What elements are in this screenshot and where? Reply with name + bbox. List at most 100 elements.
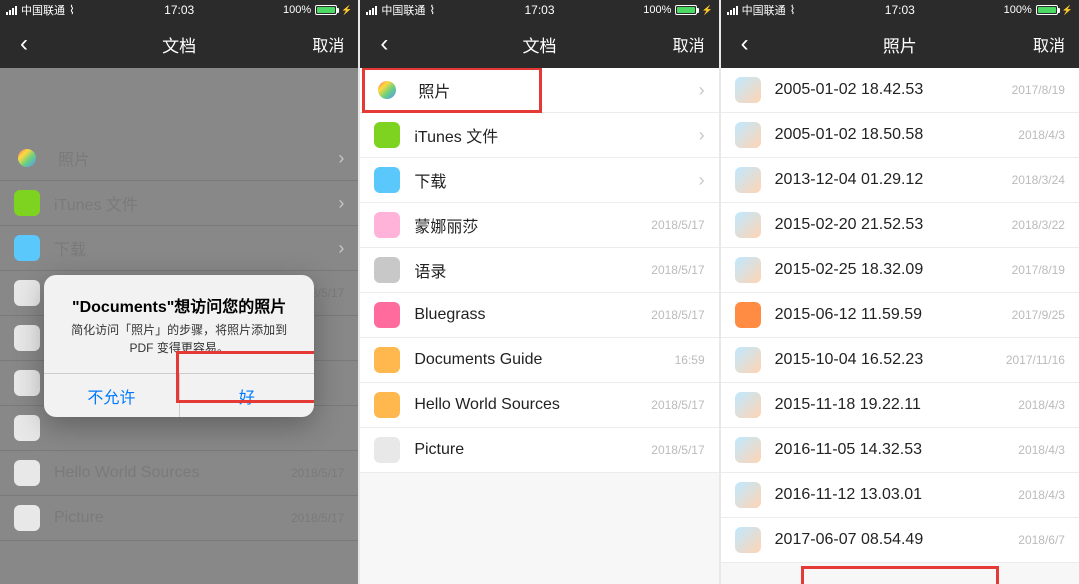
dialog-title: "Documents"想访问您的照片 [60, 293, 298, 317]
photo-thumbnail-icon [735, 77, 761, 103]
list-item[interactable]: 2015-11-18 19.22.112018/4/3 [721, 383, 1079, 428]
allow-button[interactable]: 好 [179, 374, 315, 417]
list-item[interactable]: 语录2018/5/17 [360, 248, 718, 293]
photo-thumbnail-icon [735, 437, 761, 463]
cancel-button[interactable]: 取消 [312, 32, 344, 56]
list-item-photos[interactable]: 照片› [360, 68, 718, 113]
list-item[interactable]: 2015-02-25 18.32.092017/8/19 [721, 248, 1079, 293]
list-item[interactable]: Bluegrass2018/5/17 [360, 293, 718, 338]
item-date: 16:59 [675, 353, 705, 367]
list-item[interactable]: 2016-11-12 13.03.012018/4/3 [721, 473, 1079, 518]
carrier-label: 中国联通 [742, 2, 786, 18]
item-label: 2017-06-07 08.54.49 [775, 531, 1019, 549]
item-label: 语录 [414, 258, 651, 282]
photo-thumbnail-icon [735, 257, 761, 283]
back-button[interactable]: ‹ [721, 30, 769, 58]
battery-icon [675, 5, 697, 15]
file-icon [374, 437, 400, 463]
battery-percentage: 100% [1004, 4, 1032, 16]
list-item-itunes[interactable]: iTunes 文件 › [360, 113, 718, 158]
file-icon [374, 347, 400, 373]
deny-button[interactable]: 不允许 [44, 374, 179, 417]
item-label: 下载 [414, 168, 690, 192]
item-date: 2018/5/17 [651, 263, 704, 277]
battery-percentage: 100% [283, 4, 311, 16]
photo-thumbnail-icon [735, 482, 761, 508]
status-bar: 中国联通 ⌇ 17:03 100% ⚡ [360, 0, 718, 20]
item-label: iTunes 文件 [414, 123, 690, 147]
chevron-right-icon: › [699, 170, 705, 191]
item-label: 2013-12-04 01.29.12 [775, 171, 1012, 189]
item-label: 2016-11-12 13.03.01 [775, 486, 1019, 504]
photo-list: 2005-01-02 18.42.532017/8/19 2005-01-02 … [721, 68, 1079, 584]
photo-thumbnail-icon [735, 122, 761, 148]
charging-icon: ⚡ [341, 5, 352, 16]
item-label: 2015-06-12 11.59.59 [775, 306, 1012, 324]
list-item[interactable]: 蒙娜丽莎2018/5/17 [360, 203, 718, 248]
item-date: 2018/5/17 [651, 218, 704, 232]
file-list: 照片› iTunes 文件› 下载› 蒙娜丽莎2018/5/17 Hello W… [0, 68, 358, 584]
nav-bar: ‹ 文档 取消 [360, 20, 718, 68]
item-date: 2018/5/17 [651, 443, 704, 457]
list-item[interactable]: Picture2018/5/17 [360, 428, 718, 473]
carrier-label: 中国联通 [381, 2, 425, 18]
file-icon [374, 212, 400, 238]
item-date: 2017/9/25 [1012, 308, 1065, 322]
list-item[interactable]: 2005-01-02 18.50.582018/4/3 [721, 113, 1079, 158]
item-date: 2018/4/3 [1018, 128, 1065, 142]
nav-bar: ‹ 文档 取消 [0, 20, 358, 68]
list-item[interactable]: Hello World Sources2018/5/17 [360, 383, 718, 428]
item-date: 2018/4/3 [1018, 488, 1065, 502]
list-item-downloads[interactable]: 下载 › [360, 158, 718, 203]
chevron-right-icon: › [699, 125, 705, 146]
list-item[interactable]: 2016-11-05 14.32.532018/4/3 [721, 428, 1079, 473]
list-item[interactable]: 2015-06-12 11.59.592017/9/25 [721, 293, 1079, 338]
list-item[interactable]: 2015-10-04 16.52.232017/11/16 [721, 338, 1079, 383]
item-label: 蒙娜丽莎 [414, 213, 651, 237]
item-label: 2005-01-02 18.50.58 [775, 126, 1019, 144]
status-bar: 中国联通 ⌇ 17:03 100% ⚡ [0, 0, 358, 20]
battery-icon [1036, 5, 1058, 15]
item-label: Documents Guide [414, 351, 674, 369]
folder-icon [374, 167, 400, 193]
folder-icon [374, 122, 400, 148]
cancel-button[interactable]: 取消 [1033, 32, 1065, 56]
item-date: 2018/5/17 [651, 398, 704, 412]
charging-icon: ⚡ [701, 5, 712, 16]
back-button[interactable]: ‹ [0, 30, 48, 58]
photo-thumbnail-icon [735, 527, 761, 553]
status-bar: 中国联通 ⌇ 17:03 100% ⚡ [721, 0, 1079, 20]
file-list: 照片› iTunes 文件› 下载› 蒙娜丽莎2018/5/17 语录2018/… [360, 68, 718, 584]
item-label: 2015-10-04 16.52.23 [775, 351, 1006, 369]
screen-1: 中国联通 ⌇ 17:03 100% ⚡ ‹ 文档 取消 照片› iTunes 文… [0, 0, 358, 584]
item-label: 2015-02-25 18.32.09 [775, 261, 1012, 279]
cancel-button[interactable]: 取消 [673, 32, 705, 56]
status-time: 17:03 [164, 3, 194, 17]
highlight-bottom-row [801, 566, 999, 584]
item-date: 2017/11/16 [1006, 353, 1065, 367]
dialog-message: 简化访问「照片」的步骤，将照片添加到 PDF 变得更容易。 [60, 321, 298, 357]
file-icon [374, 392, 400, 418]
list-item[interactable]: 2017-06-07 08.54.492018/6/7 [721, 518, 1079, 563]
item-date: 2018/4/3 [1018, 398, 1065, 412]
list-item[interactable]: 2015-02-20 21.52.532018/3/22 [721, 203, 1079, 248]
wifi-icon: ⌇ [790, 3, 796, 17]
page-title: 文档 [162, 32, 196, 57]
list-item[interactable]: 2005-01-02 18.42.532017/8/19 [721, 68, 1079, 113]
list-item[interactable]: 2013-12-04 01.29.122018/3/24 [721, 158, 1079, 203]
signal-icon [366, 6, 377, 15]
photo-thumbnail-icon [735, 302, 761, 328]
battery-percentage: 100% [643, 4, 671, 16]
item-date: 2018/4/3 [1018, 443, 1065, 457]
back-button[interactable]: ‹ [360, 30, 408, 58]
photo-thumbnail-icon [735, 212, 761, 238]
photo-thumbnail-icon [735, 167, 761, 193]
status-time: 17:03 [885, 3, 915, 17]
screen-2: 中国联通 ⌇ 17:03 100% ⚡ ‹ 文档 取消 照片› iTunes 文… [360, 0, 718, 584]
item-date: 2017/8/19 [1012, 83, 1065, 97]
item-label: Hello World Sources [414, 396, 651, 414]
page-title: 照片 [883, 32, 917, 57]
status-time: 17:03 [524, 3, 554, 17]
page-title: 文档 [522, 32, 556, 57]
list-item[interactable]: Documents Guide16:59 [360, 338, 718, 383]
